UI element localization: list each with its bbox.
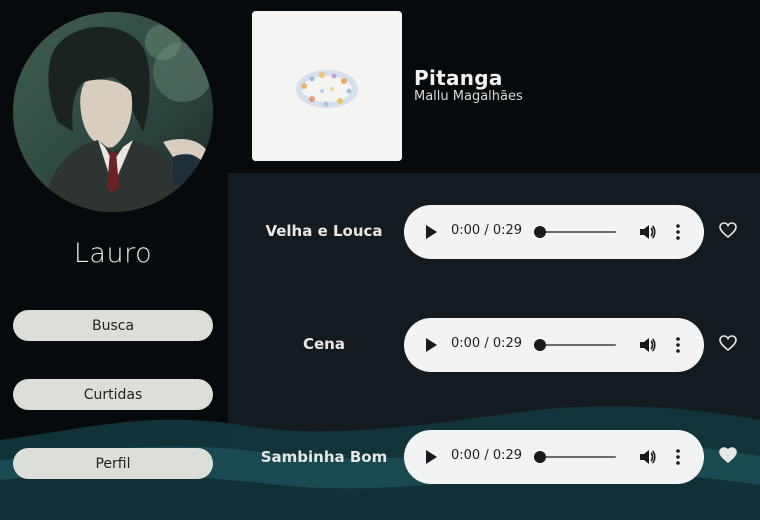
album-title: Pitanga (414, 66, 503, 90)
audio-player[interactable]: 0:00 / 0:29 (404, 205, 704, 259)
avatar[interactable] (13, 12, 213, 212)
music-app: Lauro Busca Curtidas Perfil Pitanga Mall… (0, 0, 760, 520)
more-vertical-icon[interactable] (674, 448, 682, 466)
sidebar: Lauro Busca Curtidas Perfil (0, 0, 228, 520)
more-vertical-icon[interactable] (674, 336, 682, 354)
track-title: Cena (303, 335, 345, 353)
user-name: Lauro (73, 238, 153, 269)
track-title: Sambinha Bom (260, 448, 388, 466)
volume-icon[interactable] (638, 336, 656, 354)
play-icon[interactable] (424, 337, 438, 353)
album-cover (252, 11, 402, 161)
play-icon[interactable] (424, 449, 438, 465)
audio-player[interactable]: 0:00 / 0:29 (404, 318, 704, 372)
playback-time: 0:00 / 0:29 (451, 336, 523, 351)
track-title: Velha e Louca (265, 222, 383, 240)
nav-button-perfil[interactable]: Perfil (13, 448, 213, 479)
nav-button-curtidas[interactable]: Curtidas (13, 379, 213, 410)
heart-outline-icon[interactable] (719, 335, 737, 351)
playback-time: 0:00 / 0:29 (451, 223, 523, 238)
volume-icon[interactable] (638, 223, 656, 241)
playback-time: 0:00 / 0:29 (451, 448, 523, 463)
seek-slider[interactable] (534, 339, 616, 351)
more-vertical-icon[interactable] (674, 223, 682, 241)
play-icon[interactable] (424, 224, 438, 240)
audio-player[interactable]: 0:00 / 0:29 (404, 430, 704, 484)
seek-slider[interactable] (534, 451, 616, 463)
heart-outline-icon[interactable] (719, 222, 737, 238)
volume-icon[interactable] (638, 448, 656, 466)
nav-button-busca[interactable]: Busca (13, 310, 213, 341)
album-artist[interactable]: Mallu Magalhães (414, 89, 523, 104)
seek-slider[interactable] (534, 226, 616, 238)
heart-filled-icon[interactable] (719, 447, 737, 463)
